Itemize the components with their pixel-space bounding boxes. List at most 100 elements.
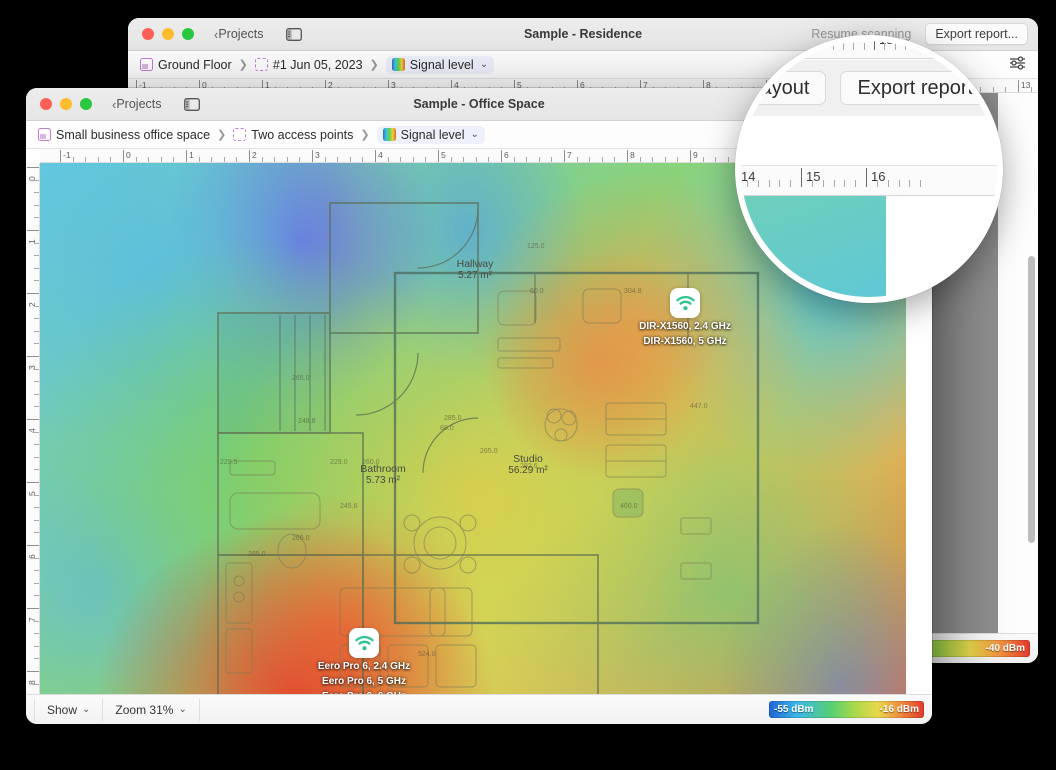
- ruler-tick: [564, 150, 565, 162]
- ruler-minor-tick: [337, 157, 339, 162]
- ruler-minor-tick: [34, 519, 39, 521]
- ruler-minor-tick: [1030, 87, 1032, 92]
- back-to-projects-button[interactable]: ‹ Projects: [208, 23, 270, 45]
- ruler-minor-tick: [832, 43, 834, 50]
- ruler-label: 15: [879, 35, 894, 47]
- room-label-hallway: Hallway 5.27 m²: [430, 258, 520, 282]
- magnified-ruler-bottom[interactable]: 14 15 16: [741, 166, 997, 196]
- ruler-minor-tick: [843, 43, 844, 50]
- ruler-label: 9: [693, 150, 698, 160]
- ruler-tick: [186, 150, 187, 162]
- scan-icon: [254, 58, 268, 71]
- breadcrumb-item-scan-office[interactable]: Two access points: [233, 128, 353, 142]
- ruler-minor-tick: [526, 157, 528, 162]
- ap-marker[interactable]: [670, 288, 700, 318]
- chevron-down-icon: ⌄: [479, 59, 489, 70]
- ruler-minor-tick: [34, 469, 39, 471]
- ruler-label: 5: [441, 150, 446, 160]
- ruler-minor-tick: [746, 180, 748, 187]
- magnifier-content: 13 14 15 . layout Export report... 14 15…: [741, 35, 997, 297]
- ap-eero-pro-6[interactable]: Eero Pro 6, 2.4 GHz Eero Pro 6, 5 GHz Ee…: [264, 628, 464, 694]
- ruler-minor-tick: [34, 343, 39, 345]
- breadcrumb-item-project[interactable]: Small business office space: [38, 128, 210, 142]
- ruler-minor-tick: [790, 180, 792, 187]
- ruler-minor-tick: [85, 157, 87, 162]
- zoom-button[interactable]: [80, 98, 92, 110]
- minimize-button[interactable]: [60, 98, 72, 110]
- close-button[interactable]: [142, 28, 154, 40]
- dimension-label: 447.0: [690, 403, 708, 410]
- ruler-minor-tick: [1005, 87, 1007, 92]
- legend-office: -55 dBm -16 dBm: [769, 701, 924, 718]
- sidebar-toggle-button-office[interactable]: [178, 93, 206, 115]
- minimize-button[interactable]: [162, 28, 174, 40]
- ruler-label: 2: [252, 150, 257, 160]
- ruler-label: 0: [126, 150, 131, 160]
- floor-plan-icon: [38, 128, 51, 141]
- ruler-label: 3: [315, 150, 320, 160]
- ruler-label: 4: [378, 150, 383, 160]
- breadcrumb-item-visualization-office[interactable]: Signal level ⌄: [376, 125, 485, 144]
- visualization-settings-button[interactable]: [1009, 56, 1026, 73]
- ruler-tick: [60, 150, 61, 162]
- ruler-minor-tick: [915, 43, 917, 50]
- breadcrumb-item-scan[interactable]: #1 Jun 05, 2023: [254, 58, 363, 72]
- show-menu-button[interactable]: Show ⌄: [34, 698, 104, 721]
- ruler-minor-tick: [791, 43, 793, 50]
- ruler-minor-tick: [898, 180, 900, 187]
- ruler-minor-tick: [236, 157, 238, 162]
- scan-icon: [233, 128, 247, 141]
- ap-marker[interactable]: [349, 628, 379, 658]
- sidebar-icon: [285, 27, 302, 41]
- export-report-button-magnified[interactable]: Export report...: [840, 71, 997, 105]
- room-area: 5.73 m²: [366, 475, 400, 486]
- traffic-lights-office[interactable]: [40, 98, 92, 110]
- zoom-button[interactable]: [182, 28, 194, 40]
- ruler-minor-tick: [576, 157, 578, 162]
- wifi-icon: [675, 295, 695, 310]
- statusbar-office: Show ⌄ Zoom 31% ⌄ -55 dBm -16 dBm: [26, 694, 932, 724]
- ruler-label: 15: [806, 169, 821, 184]
- legend-min-label-office: -55 dBm: [774, 704, 814, 715]
- ruler-minor-tick: [324, 157, 326, 162]
- ruler-minor-tick: [34, 507, 39, 509]
- ruler-label: 8: [630, 150, 635, 160]
- ruler-minor-tick: [863, 43, 865, 50]
- ruler-minor-tick: [72, 157, 74, 162]
- ruler-minor-tick: [34, 633, 39, 635]
- ruler-tick: [375, 150, 376, 162]
- ruler-minor-tick: [34, 267, 39, 269]
- breadcrumb-separator: ❯: [217, 129, 227, 141]
- ruler-minor-tick: [34, 620, 39, 622]
- ruler-minor-tick: [34, 431, 39, 433]
- dimension-label: 125.0: [527, 243, 545, 250]
- ruler-minor-tick: [34, 204, 39, 206]
- ruler-minor-tick: [887, 180, 889, 187]
- legend-max-label-office: -16 dBm: [879, 704, 919, 715]
- ruler-minor-tick: [811, 180, 813, 187]
- close-button[interactable]: [40, 98, 52, 110]
- magnified-heatmap: [741, 196, 886, 297]
- ruler-minor-tick: [34, 557, 39, 559]
- ap-dir-x1560[interactable]: DIR-X1560, 2.4 GHz DIR-X1560, 5 GHz: [585, 288, 785, 348]
- back-to-projects-button-office[interactable]: ‹ Projects: [106, 93, 168, 115]
- zoom-menu-button[interactable]: Zoom 31% ⌄: [103, 698, 200, 721]
- breadcrumb-label-project: Small business office space: [56, 127, 211, 142]
- breadcrumb-item-floor[interactable]: Ground Floor: [140, 58, 232, 72]
- ruler-minor-tick: [727, 157, 729, 162]
- layout-button[interactable]: . layout: [741, 71, 827, 105]
- dimension-label: 60.0: [530, 288, 544, 295]
- gradient-icon: [382, 128, 396, 141]
- vertical-scrollbar-residence[interactable]: [1028, 101, 1035, 653]
- sidebar-toggle-button[interactable]: [280, 23, 308, 45]
- traffic-lights-residence[interactable]: [142, 28, 194, 40]
- dimension-label: 229.5: [220, 459, 238, 466]
- ruler-minor-tick: [34, 318, 39, 320]
- breadcrumb-item-visualization[interactable]: Signal level ⌄: [385, 55, 495, 74]
- breadcrumb-separator: ❯: [238, 59, 248, 71]
- ruler-minor-tick: [601, 157, 603, 162]
- ruler-minor-tick: [34, 393, 39, 395]
- ruler-label: -1: [63, 150, 71, 160]
- vertical-ruler-office[interactable]: 012345678910: [26, 163, 40, 694]
- ruler-minor-tick: [475, 157, 477, 162]
